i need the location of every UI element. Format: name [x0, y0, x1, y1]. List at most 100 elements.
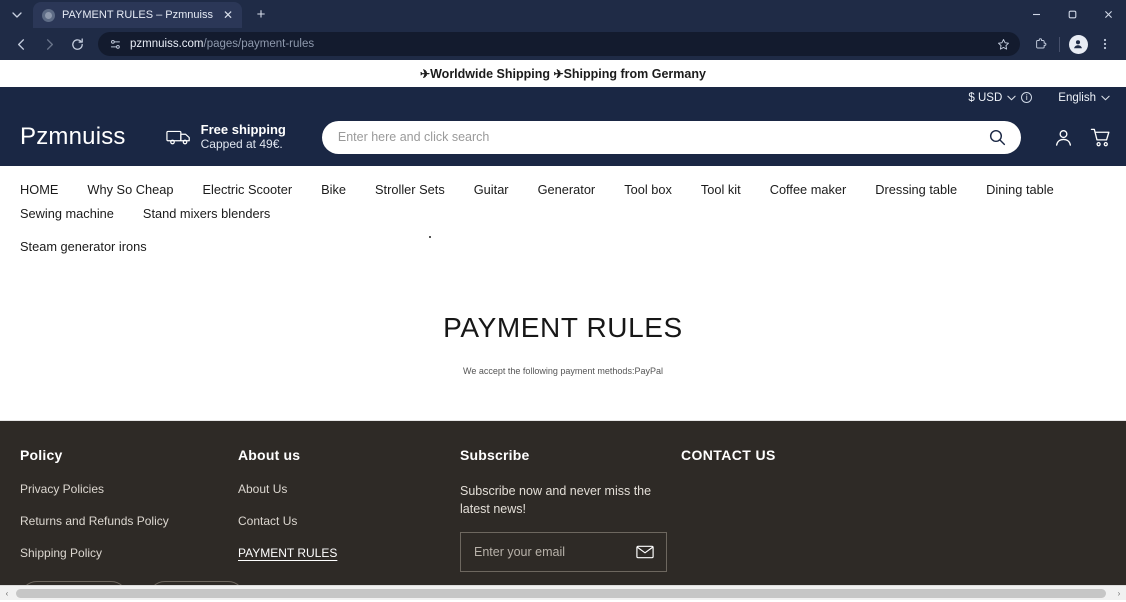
- airplane-icon-2: ✈: [553, 66, 564, 81]
- footer-columns: Policy Privacy Policies Returns and Refu…: [20, 447, 1106, 578]
- scroll-right-arrow[interactable]: ›: [1112, 586, 1126, 601]
- search-box[interactable]: [321, 120, 1021, 154]
- address-bar[interactable]: pzmnuiss.com/pages/payment-rules: [98, 32, 1020, 56]
- search-input[interactable]: [337, 130, 988, 144]
- toolbar-divider: [1059, 36, 1060, 52]
- nav-item-0[interactable]: HOME: [20, 178, 58, 202]
- nav-item-5[interactable]: Guitar: [474, 178, 509, 202]
- minimize-icon[interactable]: [1018, 0, 1054, 28]
- account-icon[interactable]: [1053, 127, 1074, 148]
- cart-icon[interactable]: [1090, 127, 1112, 148]
- footer-column-about: About us About Us Contact Us PAYMENT RUL…: [238, 447, 460, 578]
- footer-heading-about: About us: [238, 447, 301, 463]
- nav-item-10[interactable]: Dressing table: [875, 178, 957, 202]
- subscribe-description: Subscribe now and never miss the latest …: [460, 484, 652, 516]
- bookmark-star-icon[interactable]: [994, 35, 1012, 53]
- truck-icon: [165, 127, 192, 147]
- url-text: pzmnuiss.com/pages/payment-rules: [130, 38, 986, 50]
- language-selector[interactable]: English: [1058, 92, 1110, 104]
- footer-link-privacy-policies[interactable]: Privacy Policies: [20, 482, 104, 496]
- page-title: PAYMENT RULES: [443, 312, 683, 343]
- email-subscribe-box[interactable]: [460, 532, 667, 572]
- tab-search-icon[interactable]: [4, 4, 30, 26]
- chevron-down-icon-2: [1101, 93, 1110, 103]
- url-path: /pages/payment-rules: [203, 38, 315, 50]
- footer-link-returns-refunds[interactable]: Returns and Refunds Policy: [20, 514, 169, 528]
- footer-heading-policy: Policy: [20, 447, 63, 463]
- announcement-bar: ✈ Worldwide Shipping ✈ Shipping from Germa…: [0, 60, 1126, 87]
- scrollbar-thumb[interactable]: [16, 588, 1106, 598]
- footer-column-contact: CONTACT US: [681, 447, 921, 578]
- forward-icon[interactable]: [36, 31, 62, 57]
- header-icons: [1053, 127, 1112, 148]
- nav-item-7[interactable]: Tool box: [624, 178, 672, 202]
- shipping-subtitle: Capped at 49€.: [200, 137, 283, 151]
- profile-avatar[interactable]: [1065, 31, 1091, 57]
- favicon-icon: [42, 8, 55, 22]
- browser-chrome: PAYMENT RULES – Pzmnuiss ✕ + pzmnuiss.co…: [0, 0, 1126, 60]
- announcement-text-2: Shipping from Germany: [563, 66, 706, 81]
- close-window-icon[interactable]: [1090, 0, 1126, 28]
- email-input[interactable]: [474, 545, 636, 559]
- footer-link-contact-us[interactable]: Contact Us: [238, 514, 297, 528]
- chevron-down-icon: [1007, 93, 1016, 103]
- nav-item-2[interactable]: Electric Scooter: [202, 178, 292, 202]
- info-icon[interactable]: i: [1021, 92, 1033, 103]
- nav-item-9[interactable]: Coffee maker: [770, 178, 847, 202]
- search-icon[interactable]: [988, 128, 1007, 147]
- search-area: [321, 120, 1021, 154]
- main-content: PAYMENT RULES We accept the following pa…: [0, 260, 1126, 420]
- airplane-icon: ✈: [420, 66, 431, 81]
- announcement-text-1: Worldwide Shipping: [430, 66, 551, 81]
- maximize-icon[interactable]: [1054, 0, 1090, 28]
- nav-marker-dot: [429, 236, 431, 238]
- nav-item-8[interactable]: Tool kit: [701, 178, 741, 202]
- shipping-title: Free shipping: [200, 122, 286, 137]
- nav-item-13[interactable]: Stand mixers blenders: [143, 202, 270, 226]
- browser-tab[interactable]: PAYMENT RULES – Pzmnuiss ✕: [33, 2, 242, 28]
- site-settings-icon[interactable]: [108, 37, 122, 51]
- site-logo[interactable]: Pzmnuiss: [20, 123, 126, 151]
- tab-title: PAYMENT RULES – Pzmnuiss: [62, 9, 213, 21]
- nav-item-4[interactable]: Stroller Sets: [375, 178, 445, 202]
- envelope-icon[interactable]: [636, 545, 654, 559]
- back-icon[interactable]: [8, 31, 34, 57]
- new-tab-button[interactable]: +: [248, 1, 274, 27]
- horizontal-scrollbar[interactable]: ‹ ›: [0, 585, 1126, 600]
- page-viewport: ✈ Worldwide Shipping ✈ Shipping from Germa…: [0, 60, 1126, 600]
- scroll-left-arrow[interactable]: ‹: [0, 586, 14, 601]
- nav-second-row: Steam generator irons: [20, 226, 1106, 256]
- nav-item-11[interactable]: Dining table: [986, 178, 1054, 202]
- window-controls: [1018, 0, 1126, 28]
- language-label: English: [1058, 91, 1096, 104]
- main-navigation: HOME Why So Cheap Electric Scooter Bike …: [0, 166, 1126, 260]
- footer-link-payment-rules[interactable]: PAYMENT RULES: [238, 546, 337, 560]
- footer-column-policy: Policy Privacy Policies Returns and Refu…: [20, 447, 238, 578]
- nav-item-14[interactable]: Steam generator irons: [20, 236, 147, 257]
- page-body-text: We accept the following payment methods:…: [463, 366, 663, 376]
- close-tab-icon[interactable]: ✕: [220, 7, 236, 23]
- currency-label: $ USD: [968, 91, 1003, 104]
- footer-heading-contact: CONTACT US: [681, 447, 776, 463]
- scrollbar-track[interactable]: [14, 586, 1112, 601]
- nav-item-1[interactable]: Why So Cheap: [87, 178, 173, 202]
- nav-item-12[interactable]: Sewing machine: [20, 202, 114, 226]
- tab-strip: PAYMENT RULES – Pzmnuiss ✕ +: [0, 0, 1126, 28]
- currency-selector[interactable]: $ USD i: [968, 91, 1033, 104]
- footer-link-shipping-policy[interactable]: Shipping Policy: [20, 546, 102, 560]
- site-footer: Policy Privacy Policies Returns and Refu…: [0, 421, 1126, 600]
- free-shipping-badge: Free shipping Capped at 49€.: [165, 122, 286, 152]
- shipping-text: Free shipping Capped at 49€.: [201, 122, 286, 152]
- footer-link-about-us[interactable]: About Us: [238, 482, 287, 496]
- site-header: Pzmnuiss Free shipping Capped at 49€.: [0, 108, 1126, 166]
- extensions-icon[interactable]: [1028, 31, 1054, 57]
- nav-item-6[interactable]: Generator: [538, 178, 596, 202]
- utility-bar: $ USD i English: [0, 87, 1126, 108]
- url-host: pzmnuiss.com: [130, 38, 204, 50]
- reload-icon[interactable]: [64, 31, 90, 57]
- browser-menu-icon[interactable]: [1092, 31, 1118, 57]
- footer-column-subscribe: Subscribe Subscribe now and never miss t…: [460, 447, 681, 578]
- browser-toolbar: pzmnuiss.com/pages/payment-rules: [0, 28, 1126, 60]
- nav-item-3[interactable]: Bike: [321, 178, 346, 202]
- footer-heading-subscribe: Subscribe: [460, 447, 530, 463]
